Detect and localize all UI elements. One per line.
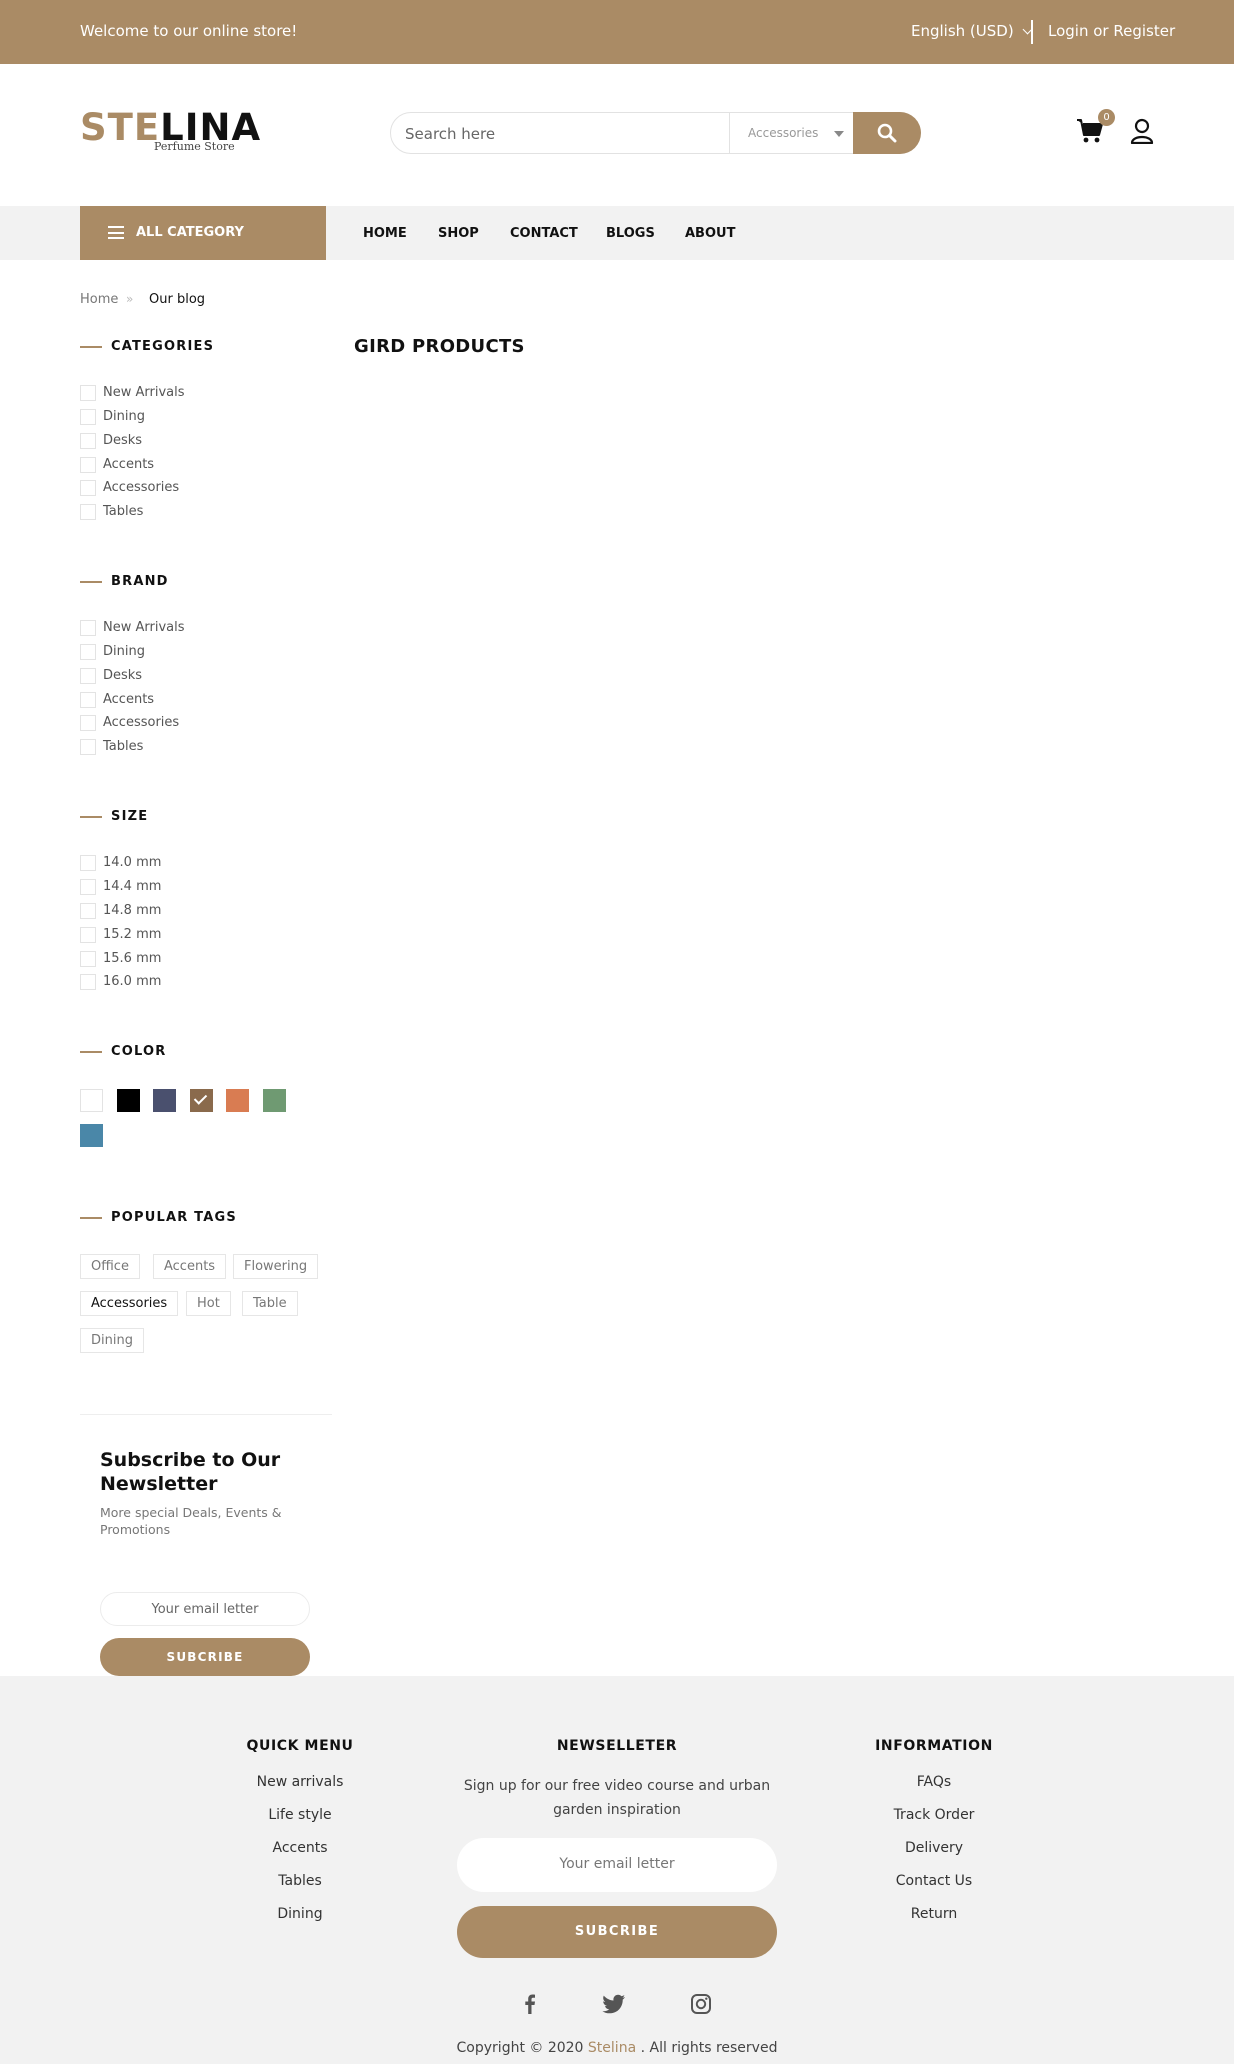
- search-button[interactable]: [853, 112, 921, 154]
- color-swatch[interactable]: [189, 1089, 213, 1112]
- checkbox[interactable]: [80, 433, 96, 449]
- color-swatch[interactable]: [226, 1089, 250, 1112]
- tag-table[interactable]: Table: [242, 1291, 298, 1316]
- tag-hot[interactable]: Hot: [186, 1291, 231, 1316]
- search-category-select[interactable]: Accessories: [729, 113, 855, 153]
- welcome-text: Welcome to our online store!: [80, 22, 298, 40]
- topbar-divider: [1031, 20, 1033, 44]
- main-nav: ALL CATEGORY HOME SHOP CONTACT BLOGS ABO…: [0, 206, 1234, 260]
- nav-link-blogs[interactable]: BLOGS: [606, 226, 655, 241]
- footer-link-dining[interactable]: Dining: [200, 1906, 400, 1922]
- instagram-icon: [691, 1994, 711, 2014]
- checkbox[interactable]: [80, 951, 96, 967]
- checkbox[interactable]: [80, 855, 96, 871]
- user-icon: [1130, 118, 1154, 145]
- caret-down-icon: [834, 131, 844, 137]
- checkbox[interactable]: [80, 903, 96, 919]
- breadcrumb-home[interactable]: Home: [80, 292, 118, 307]
- footer-quick-menu-title: QUICK MENU: [246, 1738, 354, 1754]
- facebook-icon: [525, 1994, 535, 2014]
- checkbox[interactable]: [80, 457, 96, 473]
- footer-link-delivery[interactable]: Delivery: [834, 1840, 1034, 1856]
- footer-link-contact-us[interactable]: Contact Us: [834, 1873, 1034, 1889]
- logo-part1: STE: [80, 106, 161, 149]
- sidebar-divider: [80, 1414, 332, 1415]
- nav-link-shop[interactable]: SHOP: [438, 226, 479, 241]
- login-register-link[interactable]: Login or Register: [1048, 22, 1175, 40]
- logo-tagline: Perfume Store: [154, 140, 235, 153]
- sidebar-newsletter-subtitle: More special Deals, Events & Promotions: [100, 1505, 282, 1537]
- nav-link-about[interactable]: ABOUT: [685, 226, 735, 241]
- tag-office[interactable]: Office: [80, 1254, 140, 1279]
- tag-dining[interactable]: Dining: [80, 1328, 144, 1353]
- cart-count-badge: 0: [1098, 109, 1115, 126]
- checkbox[interactable]: [80, 739, 96, 755]
- top-bar: Welcome to our online store! English (US…: [0, 0, 1234, 64]
- copyright-brand-link[interactable]: Stelina: [588, 2040, 636, 2056]
- checkbox[interactable]: [80, 974, 96, 990]
- color-swatch[interactable]: [80, 1089, 103, 1112]
- footer-link-life-style[interactable]: Life style: [200, 1807, 400, 1823]
- nav-link-contact[interactable]: CONTACT: [510, 226, 578, 241]
- check-icon: [193, 1091, 208, 1105]
- breadcrumb-current: Our blog: [149, 292, 206, 307]
- breadcrumb-separator: »: [126, 292, 134, 306]
- footer-link-new-arrivals[interactable]: New arrivals: [200, 1774, 400, 1790]
- twitter-link[interactable]: [602, 1992, 626, 2016]
- copyright-prefix: Copyright © 2020: [456, 2040, 584, 2056]
- sidebar-subscribe-button[interactable]: SUBCRIBE: [100, 1638, 310, 1676]
- all-category-label: ALL CATEGORY: [136, 225, 244, 240]
- copyright-suffix: . All rights reserved: [640, 2040, 778, 2056]
- logo[interactable]: STELINA Perfume Store: [80, 106, 260, 154]
- cart-button[interactable]: 0: [1076, 109, 1115, 146]
- breadcrumb: Home » Our blog: [80, 292, 205, 307]
- all-category-button[interactable]: ALL CATEGORY: [80, 206, 326, 260]
- checkbox[interactable]: [80, 668, 96, 684]
- facebook-link[interactable]: [518, 1992, 542, 2016]
- footer-link-track-order[interactable]: Track Order: [834, 1807, 1034, 1823]
- footer-subscribe-button[interactable]: SUBCRIBE: [457, 1906, 777, 1958]
- language-label: English (USD): [911, 22, 1014, 40]
- checkbox[interactable]: [80, 692, 96, 708]
- checkbox[interactable]: [80, 480, 96, 496]
- nav-link-home[interactable]: HOME: [363, 226, 407, 241]
- search-category-value: Accessories: [748, 126, 819, 140]
- color-swatch[interactable]: [116, 1089, 140, 1112]
- page-title: GIRD PRODUCTS: [354, 336, 525, 357]
- language-selector[interactable]: English (USD): [911, 22, 1033, 40]
- footer-link-tables[interactable]: Tables: [200, 1873, 400, 1889]
- footer-link-return[interactable]: Return: [834, 1906, 1034, 1922]
- checkbox[interactable]: [80, 644, 96, 660]
- instagram-link[interactable]: [689, 1992, 713, 2016]
- checkbox[interactable]: [80, 409, 96, 425]
- checkbox[interactable]: [80, 504, 96, 520]
- search-bar: Accessories: [390, 112, 921, 154]
- sidebar-email-input[interactable]: Your email letter: [100, 1592, 310, 1626]
- copyright: Copyright © 2020 Stelina . All rights re…: [0, 2040, 1234, 2056]
- account-button[interactable]: [1130, 118, 1156, 146]
- tag-flowering[interactable]: Flowering: [233, 1254, 319, 1279]
- checkbox[interactable]: [80, 385, 96, 401]
- footer-information-title: INFORMATION: [875, 1738, 993, 1754]
- sidebar-newsletter-title: Subscribe to Our Newsletter: [100, 1449, 281, 1495]
- footer-link-accents[interactable]: Accents: [200, 1840, 400, 1856]
- twitter-icon: [602, 1994, 625, 2014]
- checkbox[interactable]: [80, 715, 96, 731]
- color-swatch[interactable]: [80, 1124, 103, 1147]
- search-input[interactable]: [405, 123, 705, 145]
- footer-newsletter-text: Sign up for our free video course and ur…: [463, 1778, 771, 1818]
- search-icon: [877, 123, 897, 143]
- color-swatch[interactable]: [263, 1089, 286, 1112]
- tag-accessories[interactable]: Accessories: [80, 1291, 179, 1316]
- footer-link-faqs[interactable]: FAQs: [834, 1774, 1034, 1790]
- menu-icon: [108, 226, 124, 239]
- checkbox[interactable]: [80, 879, 96, 895]
- checkbox[interactable]: [80, 927, 96, 943]
- footer-email-input[interactable]: Your email letter: [457, 1838, 777, 1892]
- color-swatch[interactable]: [153, 1089, 177, 1112]
- checkbox[interactable]: [80, 620, 96, 636]
- tag-accents[interactable]: Accents: [153, 1254, 227, 1279]
- footer-newsletter-title: NEWSELLETER: [556, 1738, 678, 1754]
